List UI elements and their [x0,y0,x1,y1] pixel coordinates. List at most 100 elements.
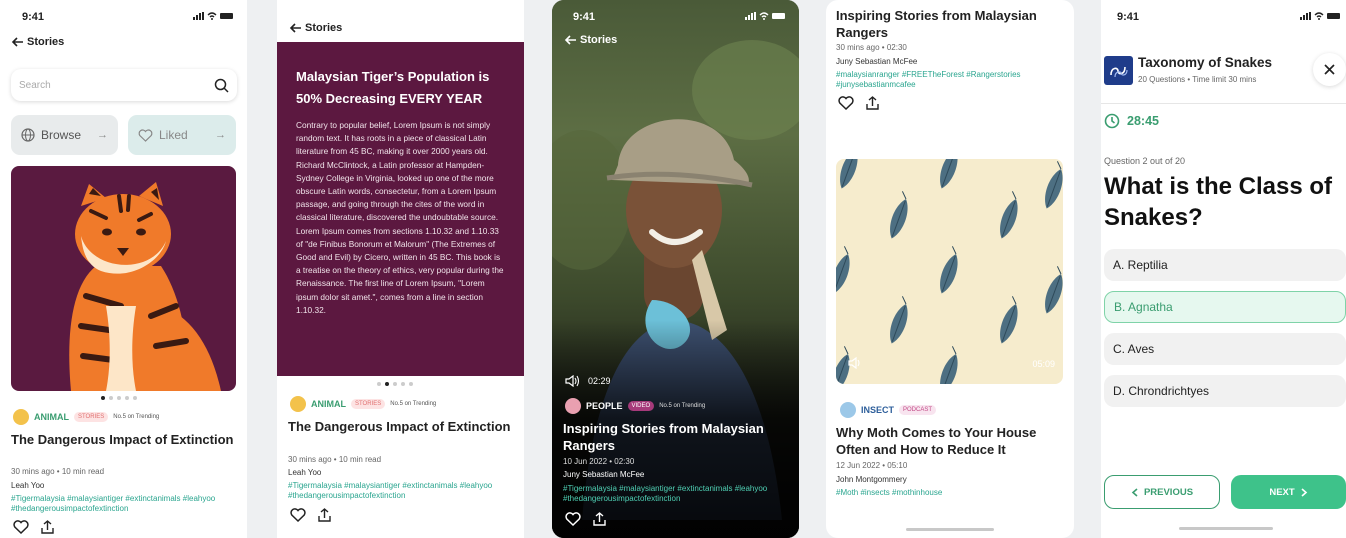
search-icon[interactable] [214,78,229,93]
close-button[interactable] [1313,53,1346,86]
story-meta-top: 30 mins ago • 02:30 [836,43,907,52]
video-duration: 02:29 [588,376,611,386]
chevron-left-icon [1131,487,1138,497]
story-title[interactable]: Inspiring Stories from Malaysian Rangers [563,420,789,454]
heart-icon[interactable] [290,508,306,522]
trending-label: No.5 on Trending [113,414,160,420]
answer-option-d[interactable]: D. Chrondrichtyes [1104,375,1346,407]
carousel-dots [377,382,413,386]
share-icon[interactable] [593,512,606,526]
next-label: NEXT [1269,486,1295,498]
screen-stories-feed: 9:41 Stories Search Browse → Liked → ANI… [0,0,247,538]
status-time: 9:41 [1117,11,1140,23]
status-icons [745,12,785,20]
signal-icon [1300,12,1311,20]
back-button[interactable]: Stories [11,36,64,48]
tiger-image [69,182,221,391]
story-title[interactable]: Why Moth Comes to Your House Often and H… [836,424,1068,458]
timer-icon [1104,113,1120,129]
volume-icon[interactable] [565,375,580,387]
liked-button[interactable]: Liked → [128,115,236,155]
screen-story-article: Stories Malaysian Tiger’s Population is … [277,0,524,538]
category-row: ANIMAL STORIES No.5 on Trending [13,409,159,425]
category-row: PEOPLE VIDEO No.5 on Trending [565,398,705,414]
close-icon [1324,64,1335,75]
volume-icon[interactable] [848,357,863,369]
moth-pattern-image[interactable]: 05:09 [836,159,1063,384]
quiz-timer: 28:45 [1104,113,1159,129]
answer-option-c[interactable]: C. Aves [1104,333,1346,365]
back-button[interactable]: Stories [564,34,617,46]
people-avatar-icon [565,398,581,414]
story-meta: 12 Jun 2022 • 05:10 [836,461,908,470]
arrow-left-icon [564,35,576,45]
share-icon[interactable] [41,520,54,534]
tiger-avatar-icon [290,396,306,412]
story-actions [565,512,606,526]
story-tags[interactable]: #Moth #insects #mothinhouse [836,488,1066,498]
story-tags[interactable]: #Tigermalaysia #malaysiantiger #extincta… [563,484,793,504]
story-tags[interactable]: #Tigermalaysia #malaysiantiger #extincta… [11,494,241,514]
answer-option-b[interactable]: B. Agnatha [1104,291,1346,323]
wifi-icon [207,12,217,20]
screen-feed-scroll: Inspiring Stories from Malaysian Rangers… [826,0,1074,538]
category-label: ANIMAL [311,399,346,409]
back-label: Stories [580,34,618,46]
signal-icon [193,12,204,20]
heart-icon[interactable] [838,96,854,110]
answer-option-a[interactable]: A. Reptilia [1104,249,1346,281]
header-divider [1101,103,1346,104]
search-input[interactable]: Search [11,69,237,101]
quiz-title: Taxonomy of Snakes [1138,55,1273,70]
snake-logo [1109,66,1128,77]
story-author: Leah Yoo [11,481,45,490]
battery-icon [220,13,233,19]
question-progress: Question 2 out of 20 [1104,156,1186,166]
tiger-illustration[interactable] [11,166,236,391]
insect-avatar-icon [840,402,856,418]
heart-icon[interactable] [13,520,29,534]
story-actions-top [838,96,879,110]
story-title[interactable]: The Dangerous Impact of Extinction [288,418,514,435]
status-icons [1300,12,1340,20]
previous-button[interactable]: PREVIOUS [1104,475,1220,509]
status-icons [193,12,233,20]
back-button[interactable]: Stories [289,22,342,34]
back-label: Stories [305,22,343,34]
stories-pill: STORIES [351,399,386,409]
story-meta: 10 Jun 2022 • 02:30 [563,457,635,466]
browse-button[interactable]: Browse → [11,115,118,155]
globe-icon [21,128,35,142]
story-author: Juny Sebastian McFee [563,470,645,479]
quiz-logo-icon [1104,56,1133,85]
story-tags[interactable]: #Tigermalaysia #malaysiantiger #extincta… [288,481,518,501]
heart-icon[interactable] [565,512,581,526]
stories-pill: STORIES [74,412,109,422]
story-title[interactable]: The Dangerous Impact of Extinction [11,431,237,448]
screen-quiz: 9:41 Taxonomy of Snakes 20 Questions • T… [1101,0,1346,538]
story-tags-top[interactable]: #malaysianranger #FREETheForest #Rangers… [836,70,1066,90]
podcast-pill: PODCAST [899,405,937,415]
story-meta: 30 mins ago • 10 min read [11,467,105,476]
home-indicator [1179,527,1273,530]
battery-icon [1327,13,1340,19]
arrow-left-icon [289,23,301,33]
story-title-top[interactable]: Inspiring Stories from Malaysian Rangers [836,7,1066,41]
share-icon[interactable] [866,96,879,110]
arrow-left-icon [11,37,23,47]
home-indicator [906,528,994,531]
category-row: ANIMAL STORIES No.5 on Trending [290,396,436,412]
search-placeholder: Search [19,79,51,91]
quiz-meta: 20 Questions • Time limit 30 mins [1138,75,1257,84]
arrow-right-icon: → [97,129,108,141]
status-time: 9:41 [573,11,596,23]
story-author: Leah Yoo [288,468,322,477]
story-actions [13,520,54,534]
share-icon[interactable] [318,508,331,522]
podcast-duration: 05:09 [1032,359,1055,369]
heart-icon [138,128,153,142]
next-button[interactable]: NEXT [1231,475,1346,509]
trending-label: No.5 on Trending [659,403,706,409]
carousel-dots [101,396,137,400]
signal-icon [745,12,756,20]
